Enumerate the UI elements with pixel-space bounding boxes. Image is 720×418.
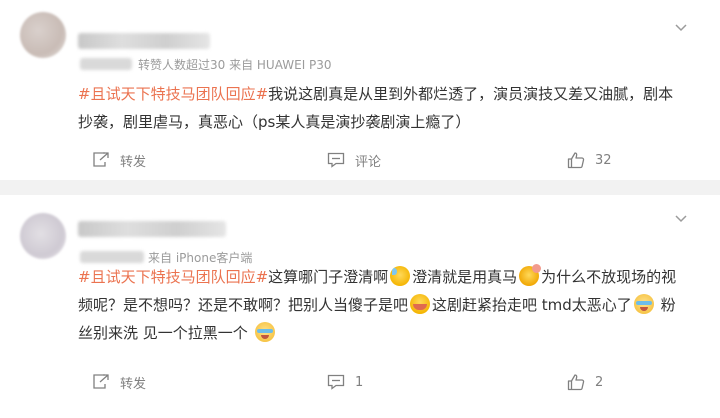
repost-button[interactable]: 转发 — [92, 370, 146, 394]
like-button[interactable]: 32 — [567, 148, 612, 172]
comment-icon — [327, 374, 345, 390]
thumbs-up-icon — [567, 374, 585, 391]
repost-label: 转发 — [120, 376, 147, 392]
like-button[interactable]: 2 — [567, 370, 603, 394]
thumbs-up-icon — [567, 152, 585, 169]
comment-card-2: 来自 iPhone客户端 #且试天下特技马团队回应#这算哪门子澄清啊 澄清就是用真… — [0, 195, 720, 418]
avatar[interactable] — [20, 12, 66, 58]
action-bar: 转发 评论 32 — [0, 148, 720, 172]
post-content: #且试天下特技马团队回应#这算哪门子澄清啊 澄清就是用真马 为什么不放现场的视频呢？… — [78, 263, 678, 347]
action-bar: 转发 1 2 — [0, 370, 720, 394]
card-divider — [0, 180, 720, 195]
comment-button[interactable]: 1 — [327, 370, 363, 394]
chevron-down-icon[interactable] — [674, 20, 688, 34]
sob-emoji — [254, 322, 275, 342]
comment-button[interactable]: 评论 — [327, 148, 381, 172]
sob-emoji — [633, 294, 654, 314]
like-count: 2 — [595, 374, 604, 390]
post-meta: 转赞人数超过30 来自 HUAWEI P30 — [138, 58, 332, 72]
post-text: 这算哪门子澄清啊 — [268, 268, 389, 286]
post-text: 这剧赶紧抬走吧 tmd太恶心了 — [432, 296, 632, 314]
post-text: 澄清就是用真马 — [412, 268, 518, 286]
repost-icon — [93, 152, 109, 167]
comment-label: 评论 — [355, 154, 382, 170]
comment-icon — [327, 152, 345, 168]
like-count: 32 — [595, 152, 612, 168]
chevron-down-icon[interactable] — [674, 211, 688, 225]
comment-count: 1 — [355, 374, 364, 390]
comment-card-1: 转赞人数超过30 来自 HUAWEI P30 #且试天下特技马团队回应#我说这剧… — [0, 0, 720, 180]
repost-label: 转发 — [120, 154, 147, 170]
thinking-emoji — [519, 264, 542, 286]
sweat-smile-emoji — [390, 266, 411, 286]
username-redacted[interactable] — [78, 221, 226, 237]
post-content: #且试天下特技马团队回应#我说这剧真是从里到外都烂透了，演员演技又差又油腻，剧本… — [78, 80, 678, 136]
meta-redacted — [80, 58, 132, 70]
hashtag-link[interactable]: #且试天下特技马团队回应# — [78, 85, 268, 103]
avatar[interactable] — [20, 213, 66, 259]
repost-icon — [93, 374, 109, 389]
username-redacted[interactable] — [78, 33, 210, 49]
crying-angry-emoji — [410, 294, 431, 314]
hashtag-link[interactable]: #且试天下特技马团队回应# — [78, 268, 268, 286]
repost-button[interactable]: 转发 — [92, 148, 146, 172]
meta-redacted — [80, 251, 144, 263]
